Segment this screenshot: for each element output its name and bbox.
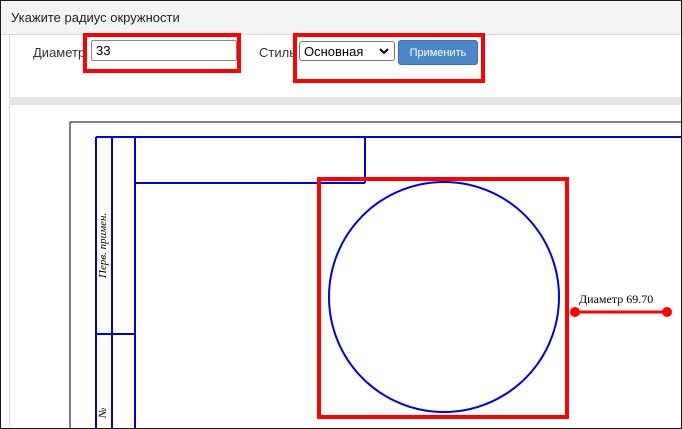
stamp-number-mark: № [97, 407, 109, 418]
highlight-style-and-apply [293, 33, 485, 83]
dimension-endpoint-left [570, 307, 580, 317]
dialog-window: Укажите радиус окружности Диаметр Стиль … [0, 0, 682, 429]
stamp-vertical-label: Перв. примен. [97, 212, 109, 278]
dimension-endpoint-right [662, 307, 672, 317]
dimension-label: Диаметр 69.70 [579, 292, 654, 306]
highlight-circle [317, 177, 569, 419]
highlight-diameter-input [83, 33, 241, 73]
